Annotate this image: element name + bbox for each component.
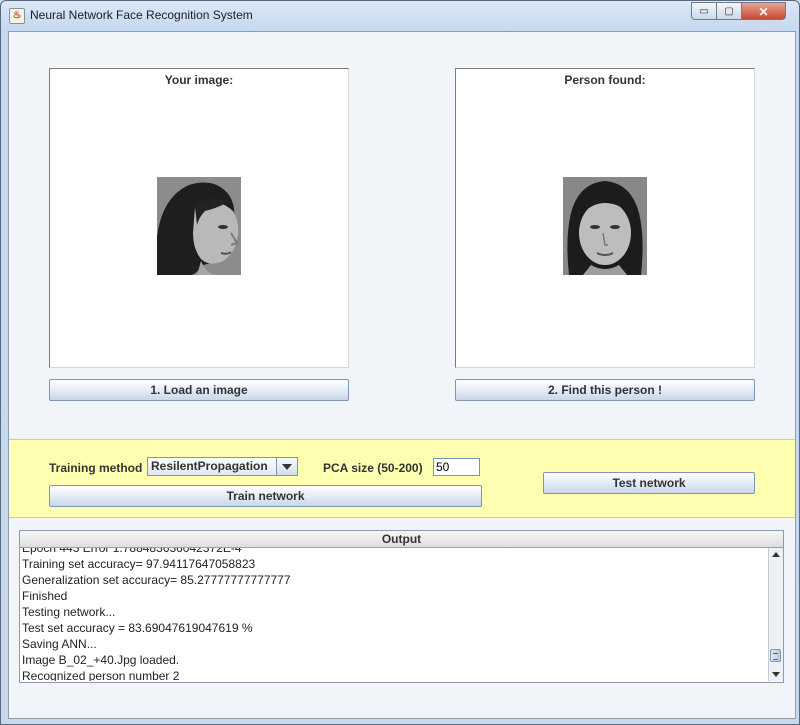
test-network-button[interactable]: Test network — [543, 472, 755, 494]
pca-size-input[interactable]: 50 — [433, 458, 480, 476]
window-title: Neural Network Face Recognition System — [30, 8, 253, 22]
pca-size-label: PCA size (50-200) — [323, 461, 423, 475]
log-line: Generalization set accuracy= 85.27777777… — [22, 573, 291, 587]
title-bar[interactable]: ♨ Neural Network Face Recognition System… — [1, 1, 799, 31]
person-found-panel: Person found: — [455, 68, 755, 368]
log-line: Finished — [22, 589, 68, 603]
app-window: ♨ Neural Network Face Recognition System… — [0, 0, 800, 725]
java-app-icon: ♨ — [9, 8, 25, 24]
person-found-label: Person found: — [564, 73, 646, 87]
load-image-button[interactable]: 1. Load an image — [49, 379, 349, 401]
your-image-panel: Your image: — [49, 68, 349, 368]
log-line: Recognized person number 2 — [22, 669, 180, 681]
output-lines: Epoch 443 Error 1.788483636042372E-4 Tra… — [22, 548, 291, 681]
client-area: Your image: 1. Load an image Person foun… — [8, 31, 796, 719]
person-found-photo — [563, 177, 647, 275]
training-method-label: Training method — [49, 461, 143, 475]
log-line: Training set accuracy= 97.94117647058823 — [22, 557, 256, 571]
window-controls: ▭ ▢ ✕ — [691, 2, 786, 21]
scroll-up-icon[interactable] — [769, 548, 783, 562]
minimize-button[interactable]: ▭ — [691, 2, 717, 20]
training-controls-panel: Training method ResilentPropagation PCA … — [9, 439, 795, 518]
train-network-button[interactable]: Train network — [49, 485, 482, 507]
maximize-button[interactable]: ▢ — [717, 2, 742, 20]
chevron-down-icon[interactable] — [276, 458, 297, 475]
training-method-select[interactable]: ResilentPropagation — [147, 457, 298, 476]
output-header: Output — [20, 531, 783, 548]
scroll-down-icon[interactable] — [769, 667, 783, 681]
log-line: Image B_02_+40.Jpg loaded. — [22, 653, 180, 667]
find-person-button[interactable]: 2. Find this person ! — [455, 379, 755, 401]
close-button[interactable]: ✕ — [742, 2, 786, 20]
your-image-photo — [157, 177, 241, 275]
training-method-value: ResilentPropagation — [151, 459, 268, 473]
log-line: Test set accuracy = 83.69047619047619 % — [22, 621, 253, 635]
output-panel: Output Epoch 443 Error 1.788483636042372… — [19, 530, 784, 683]
output-log[interactable]: Epoch 443 Error 1.788483636042372E-4 Tra… — [21, 548, 768, 681]
your-image-label: Your image: — [164, 73, 234, 87]
log-line: Epoch 443 Error 1.788483636042372E-4 — [22, 548, 242, 555]
log-line: Testing network... — [22, 605, 116, 619]
scroll-thumb[interactable] — [770, 649, 781, 662]
output-scrollbar[interactable] — [768, 548, 783, 681]
log-line: Saving ANN... — [22, 637, 97, 651]
